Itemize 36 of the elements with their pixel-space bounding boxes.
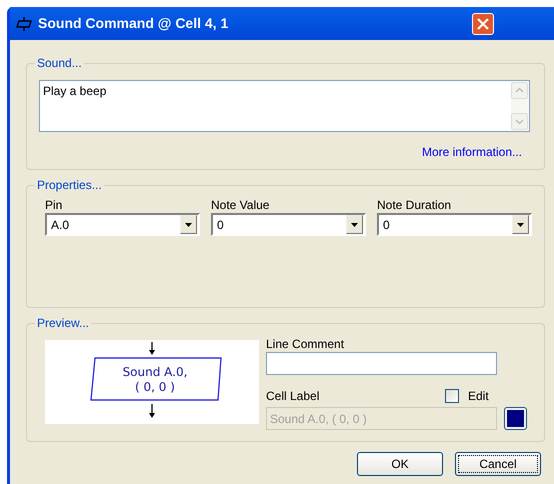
- arrow-icon: [149, 342, 155, 355]
- arrow-icon: [149, 404, 155, 418]
- edit-checkbox[interactable]: [445, 389, 459, 403]
- window-title: Sound Command @ Cell 4, 1: [38, 14, 228, 33]
- color-swatch-button[interactable]: [504, 407, 527, 430]
- flowchart-command-icon: [16, 16, 32, 32]
- field-label: Cell Label: [266, 388, 320, 405]
- checkbox-label: Edit: [468, 388, 489, 405]
- field-label: Note Duration: [377, 197, 452, 213]
- scroll-down-icon: [511, 113, 528, 130]
- group-title: Sound...: [35, 56, 84, 70]
- shape-text: Sound A.0,: [122, 365, 188, 379]
- caret-icon: [185, 222, 192, 226]
- sound-text-area[interactable]: Play a beep: [39, 80, 530, 132]
- close-button[interactable]: [472, 12, 494, 34]
- field-label: Pin: [45, 197, 64, 213]
- field-label: Note Value: [211, 197, 270, 213]
- dropdown-field[interactable]: 0: [377, 213, 532, 236]
- close-icon: [477, 18, 490, 30]
- group-title: Preview...: [35, 316, 92, 330]
- dropdown-button[interactable]: [346, 215, 363, 234]
- dropdown-field[interactable]: 0: [211, 213, 366, 236]
- shape-text: ( 0, 0 ): [135, 380, 175, 394]
- dialog-button[interactable]: OK: [357, 452, 443, 476]
- caret-icon: [517, 222, 524, 226]
- scroll-up-icon: [511, 82, 528, 99]
- dialog-button[interactable]: Cancel: [455, 452, 541, 476]
- field-label: Line Comment: [266, 336, 346, 352]
- dropdown-field[interactable]: A.0: [45, 213, 200, 236]
- line-comment-field[interactable]: [266, 352, 497, 375]
- group-title: Properties...: [35, 178, 104, 192]
- more-information-link[interactable]: More information...: [422, 143, 522, 161]
- sound-text: Play a beep: [43, 84, 108, 100]
- dropdown-button[interactable]: [180, 215, 197, 234]
- dropdown-button[interactable]: [512, 215, 529, 234]
- caret-icon: [351, 222, 358, 226]
